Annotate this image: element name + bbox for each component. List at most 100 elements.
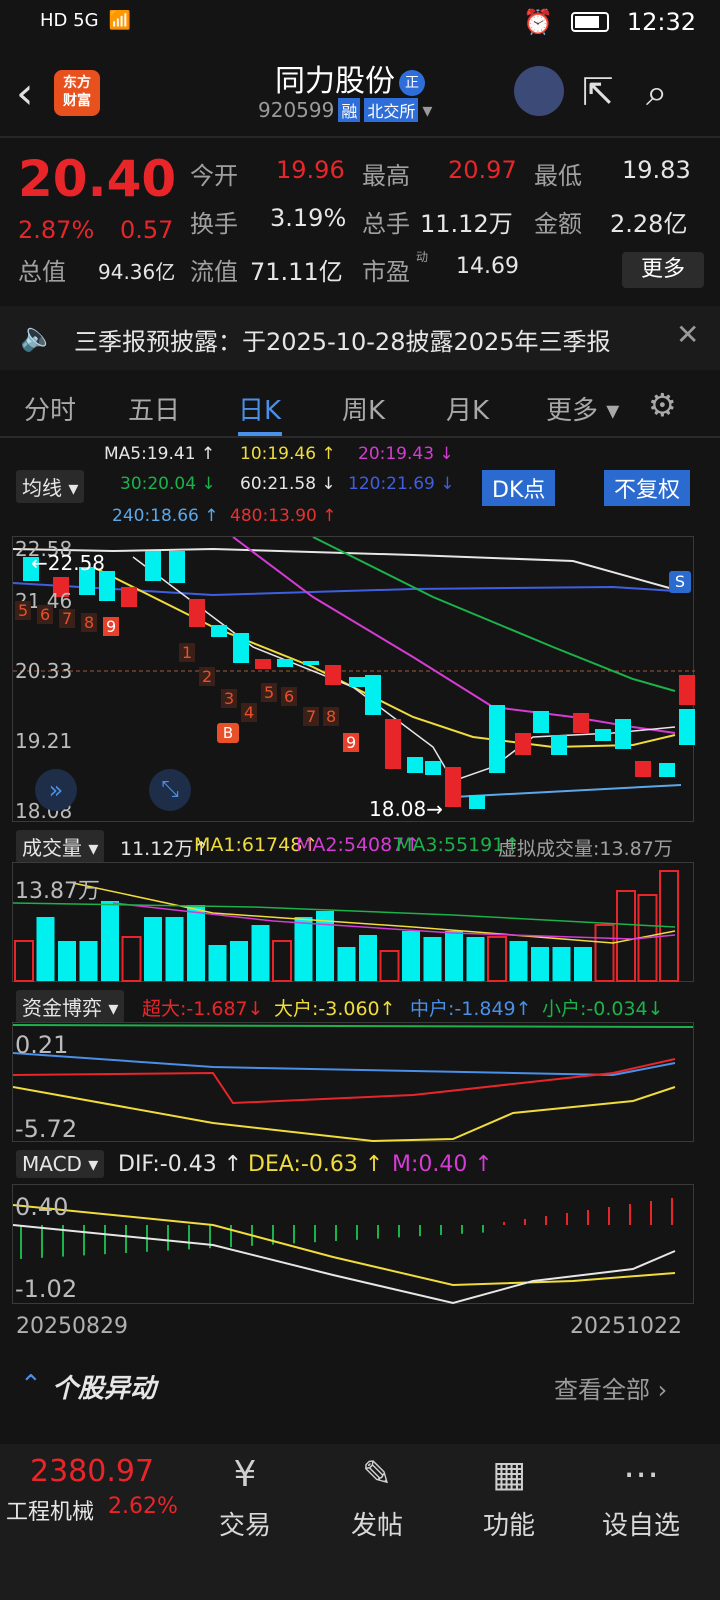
kline-chart[interactable]: 22.58 21.46 20.33 19.21 18.08 ←22.58 18.… (12, 536, 695, 823)
candle (469, 795, 485, 809)
macd-bottom: -1.02 (15, 1275, 78, 1303)
logo-line2: 财富 (63, 93, 91, 109)
volume-bar (187, 905, 205, 981)
candle (211, 625, 227, 637)
stock-code-row[interactable]: 920599 融 北交所 ▾ (258, 98, 432, 122)
nav-post[interactable]: ✎ 发帖 (322, 1454, 432, 1542)
sell-badge[interactable]: S (669, 571, 691, 593)
turnover-value: 3.19% (270, 204, 347, 232)
low-mark: 18.08→ (369, 797, 444, 821)
volume-bar (251, 925, 270, 981)
search-icon[interactable]: ⌕ (646, 70, 667, 115)
volume-chart[interactable]: 13.87万 (12, 862, 694, 982)
tab-intraday[interactable]: 分时 (24, 390, 76, 427)
candle (121, 587, 137, 607)
tab-weekly[interactable]: 周K (342, 390, 385, 427)
adjust-button[interactable]: 不复权 (604, 470, 691, 506)
kline-svg (12, 536, 695, 809)
xl-line (12, 1058, 676, 1105)
last-price: 20.40 (18, 150, 177, 208)
dropdown-icon: ▾ (422, 98, 433, 122)
dk-button[interactable]: DK点 (482, 470, 556, 506)
more-button[interactable]: 更多 (622, 252, 704, 288)
index-value[interactable]: 2380.97 (30, 1454, 154, 1489)
tab-monthly[interactable]: 月K (446, 390, 489, 427)
capital-chart[interactable]: 0.21 -5.72 (12, 1022, 694, 1143)
tab-more-label: 更多 (546, 396, 599, 426)
tab-more[interactable]: 更多 ▾ (546, 390, 619, 427)
nav-watchlist[interactable]: ⋯ 设自选 (586, 1454, 696, 1542)
status-time: 12:32 (626, 8, 696, 36)
capital-selector[interactable]: 资金博弈 ▾ (16, 990, 125, 1023)
tab-5day[interactable]: 五日 (128, 390, 180, 427)
app-logo[interactable]: 东方 财富 (54, 70, 100, 116)
float-value: 71.11亿 (250, 258, 343, 286)
gear-icon[interactable]: ⚙ (648, 386, 677, 424)
notice-text: 三季报预披露：于2025-10-28披露2025年三季报 (74, 328, 611, 356)
wifi-icon: 📶 (108, 10, 131, 31)
fullscreen-icon[interactable]: ⤡ (149, 769, 191, 811)
volume-bar (509, 941, 528, 981)
macd-chart[interactable]: 0.40 -1.02 (12, 1184, 694, 1305)
status-right: ⏰ 12:32 (523, 8, 696, 36)
macd-dif: DIF:-0.43 ↑ (118, 1152, 243, 1177)
capital-small: 小户:-0.034↓ (542, 998, 664, 1020)
close-icon[interactable]: ✕ (676, 318, 699, 351)
dif-line (12, 1224, 676, 1305)
high-label: 最高 (362, 162, 410, 190)
volume-bar (552, 947, 571, 981)
candle (99, 571, 115, 601)
share-icon[interactable]: ⇱ (582, 70, 614, 114)
view-all-link[interactable]: 查看全部 › (554, 1370, 667, 1405)
volume-bar (466, 937, 485, 981)
seq-label: 9 (103, 617, 120, 636)
robot-assistant-icon[interactable] (514, 66, 564, 116)
float-label: 流值 (190, 258, 238, 286)
volume-bar (144, 917, 162, 981)
ma10-value: 10:19.46 ↑ (240, 444, 336, 464)
seq-label: 6 (281, 687, 298, 706)
candle (595, 729, 611, 741)
volume-bar (272, 940, 292, 982)
notice-bar[interactable]: 🔈 三季报预披露：于2025-10-28披露2025年三季报 ✕ (0, 306, 720, 370)
nav-trade[interactable]: ¥ 交易 (190, 1454, 300, 1542)
buy-badge[interactable]: B (217, 723, 239, 743)
ma30-value: 30:20.04 ↓ (120, 474, 216, 494)
volume-value: 11.12万 (420, 210, 513, 238)
change-amount: 0.57 (120, 216, 174, 244)
candle (489, 705, 505, 773)
index-name: 工程机械 (6, 1500, 95, 1525)
low-label: 最低 (534, 162, 582, 190)
y-4: 19.21 (15, 729, 73, 753)
stock-movement-section[interactable]: ⌃ 个股异动 查看全部 › (0, 1362, 720, 1414)
high-mark: ←22.58 (31, 551, 106, 575)
back-icon[interactable]: ‹ (16, 68, 34, 119)
nav-function[interactable]: ▦ 功能 (454, 1454, 564, 1542)
ma-selector[interactable]: 均线 ▾ (16, 470, 85, 503)
expand-icon[interactable]: » (35, 769, 77, 811)
big-line (12, 1086, 676, 1143)
alarm-icon: ⏰ (522, 8, 553, 36)
ma240-line (452, 784, 682, 798)
volume-selector[interactable]: 成交量 ▾ (16, 830, 105, 863)
seq-label: 5 (261, 683, 278, 702)
seq-label: 8 (81, 613, 98, 632)
status-icons: HD 5G 📶 (40, 10, 131, 31)
candle (635, 761, 651, 777)
capital-xl: 超大:-1.687↓ (142, 998, 264, 1020)
stock-name-text: 同力股份 (275, 64, 395, 99)
macd-selector[interactable]: MACD ▾ (16, 1150, 105, 1178)
volume-bar (423, 937, 442, 981)
nav-post-label: 发帖 (350, 1511, 403, 1541)
candle (169, 551, 185, 583)
bottom-nav: 2380.97 工程机械 2.62% ¥ 交易 ✎ 发帖 ▦ 功能 ⋯ 设自选 (0, 1444, 720, 1600)
candle (573, 713, 589, 733)
volume-selector-label: 成交量 (22, 836, 82, 860)
amount-value: 2.28亿 (610, 210, 688, 238)
candle (349, 677, 365, 687)
index-pct: 2.62% (108, 1494, 178, 1519)
seq-label: 6 (37, 605, 54, 624)
vol-ma1-line (72, 882, 676, 944)
y-3: 20.33 (15, 659, 73, 683)
tab-daily[interactable]: 日K (238, 390, 281, 427)
